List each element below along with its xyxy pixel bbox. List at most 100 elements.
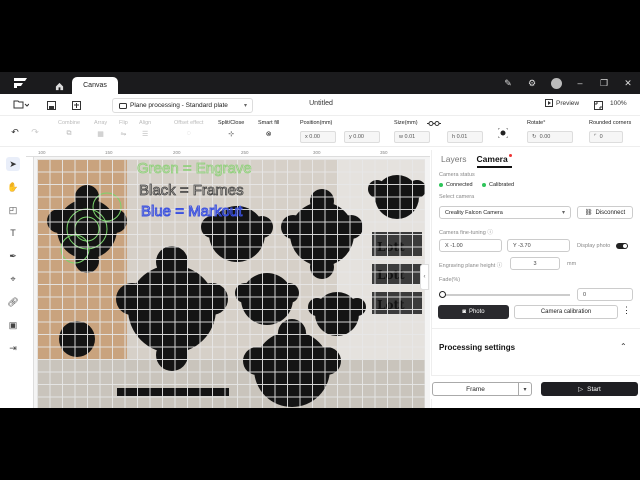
ruler-tick: 250: [241, 150, 249, 155]
flip-button[interactable]: Flip ⇋: [119, 120, 128, 138]
tab-layers[interactable]: Layers: [441, 154, 467, 168]
ruler-top: 100 150 200 250 300 350: [26, 150, 430, 157]
start-button[interactable]: ▷ Start: [541, 382, 638, 396]
position-label: Position(mm): [300, 120, 333, 126]
undo-icon[interactable]: ↶: [8, 125, 22, 139]
corner-icon: ⌜: [594, 134, 597, 140]
frame-button[interactable]: Frame: [432, 382, 519, 396]
preview-button[interactable]: Preview: [545, 99, 579, 107]
rounded-corners-input[interactable]: ⌜ 0: [589, 131, 623, 143]
photo-button[interactable]: ◙ Photo: [438, 305, 509, 319]
legend-engrave: Green = Engrave: [137, 160, 252, 177]
chevron-left-icon: ‹: [423, 274, 426, 280]
engraving-height-input[interactable]: 3: [510, 257, 560, 270]
canvas-area[interactable]: 100 150 200 250 300 350 Green = Engrave …: [26, 150, 430, 408]
select-tool-icon[interactable]: ➤: [6, 157, 20, 171]
right-panel: Layers Camera Camera status Connected Ca…: [431, 150, 640, 408]
disconnect-label: Disconnect: [595, 209, 626, 216]
ruler-tick: 150: [105, 150, 113, 155]
home-tab[interactable]: [50, 78, 68, 94]
close-icon[interactable]: ✕: [616, 72, 640, 94]
array-label: Array: [94, 120, 108, 126]
plate-icon: [119, 102, 127, 109]
save-as-icon[interactable]: [70, 99, 82, 111]
position-x-input[interactable]: x 0.00: [300, 131, 336, 143]
align-label: Align: [139, 120, 152, 126]
link-icon[interactable]: 🔗︎: [6, 295, 20, 309]
camera-calibration-button[interactable]: Camera calibration: [514, 305, 618, 319]
camera-select[interactable]: Creality Falcon Camera ▾: [439, 206, 571, 219]
combine-button[interactable]: Combine ⧉: [58, 120, 80, 138]
more-options-icon[interactable]: ⋮: [622, 305, 631, 316]
save-icon[interactable]: [45, 99, 57, 111]
size-w-input[interactable]: w 0.01: [394, 131, 430, 143]
fade-slider-track[interactable]: [442, 294, 570, 296]
offset-effect-label: Offset effect: [174, 120, 204, 126]
open-folder-icon[interactable]: [10, 99, 32, 111]
hand-tool-icon[interactable]: ✋: [6, 180, 20, 194]
redo-icon[interactable]: ↷: [28, 125, 42, 139]
collapse-panel-button[interactable]: ‹: [420, 264, 429, 290]
fade-input[interactable]: 0: [577, 288, 633, 301]
image-icon[interactable]: ▣: [6, 318, 20, 332]
fine-tuning-text: Camera fine-tuning: [439, 230, 486, 236]
pen-tool-icon[interactable]: ✒: [6, 249, 20, 263]
size-h-input[interactable]: h 0.01: [447, 131, 483, 143]
array-button[interactable]: Array ▦: [94, 120, 107, 138]
photo-label: Photo: [468, 309, 485, 315]
help-icon: ⓘ: [496, 263, 503, 269]
chevron-up-icon[interactable]: ⌃: [620, 342, 627, 351]
ruler-left: [26, 157, 34, 408]
rotate-value: 0.00: [539, 134, 551, 140]
avatar[interactable]: [544, 72, 568, 94]
fine-y-input[interactable]: Y -3.70: [507, 239, 570, 252]
flip-icon: ⇋: [120, 131, 127, 138]
frame-dropdown[interactable]: ▾: [518, 382, 532, 396]
location-icon[interactable]: ⌖: [6, 272, 20, 286]
fade-label: Fade(%): [439, 277, 461, 283]
anchor-point-icon[interactable]: [496, 126, 510, 140]
legend-frames: Black = Frames: [139, 182, 244, 199]
display-photo-toggle[interactable]: [616, 243, 628, 249]
shape-tool-icon[interactable]: ◰: [6, 203, 20, 217]
left-toolbar: ➤ ✋ ◰ T ✒ ⌖ 🔗︎ ▣ ⇥: [0, 150, 26, 408]
lock-ratio-icon[interactable]: [424, 119, 444, 127]
align-button[interactable]: Align ☰: [139, 120, 151, 138]
fade-slider-handle[interactable]: [439, 291, 446, 298]
rounded-value: 0: [599, 134, 603, 140]
rounded-corners-label: Rounded corners: [589, 120, 632, 126]
array-icon: ▦: [97, 131, 104, 138]
select-camera-label: Select camera: [439, 194, 475, 200]
fine-x-input[interactable]: X -1.00: [439, 239, 502, 252]
combine-icon: ⧉: [66, 130, 72, 137]
start-label: Start: [587, 385, 601, 393]
chevron-down-icon: ▾: [243, 103, 247, 109]
smart-fill-label: Smart fill: [258, 120, 280, 126]
gear-icon[interactable]: ⚙: [520, 72, 544, 94]
fit-screen-icon[interactable]: [592, 99, 604, 111]
smart-fill-button[interactable]: Smart fill ⊗: [258, 120, 279, 138]
minimize-icon[interactable]: –: [568, 72, 592, 94]
rotate-icon: ↻: [532, 134, 537, 140]
edit-icon[interactable]: ✎: [496, 72, 520, 94]
position-y-input[interactable]: y 0.00: [344, 131, 380, 143]
plane-processing-select[interactable]: Plane processing - Standard plate ▾: [112, 98, 253, 113]
zoom-level: 100%: [610, 100, 627, 107]
import-icon[interactable]: ⇥: [6, 341, 20, 355]
text-tool-icon[interactable]: T: [6, 226, 20, 240]
rotate-label: Rotate°: [527, 120, 546, 126]
rotate-input[interactable]: ↻ 0.00: [527, 131, 573, 143]
align-icon: ☰: [141, 131, 149, 138]
connected-text: Connected: [446, 182, 473, 188]
title-bar: Canvas ✎ ⚙ – ❐ ✕: [0, 72, 640, 94]
offset-effect-button[interactable]: Offset effect ◌: [174, 120, 203, 137]
tab-camera[interactable]: Camera: [476, 154, 512, 168]
split-close-button[interactable]: Split/Close ⊹: [218, 120, 244, 138]
tab-canvas[interactable]: Canvas: [72, 77, 118, 94]
flip-label: Flip: [119, 120, 128, 126]
disconnect-button[interactable]: ⛓ Disconnect: [577, 206, 633, 219]
camera-icon: ◙: [462, 309, 466, 315]
action-bar: Frame ▾ ▷ Start: [431, 375, 640, 399]
offset-icon: ◌: [186, 130, 191, 137]
maximize-icon[interactable]: ❐: [592, 72, 616, 94]
